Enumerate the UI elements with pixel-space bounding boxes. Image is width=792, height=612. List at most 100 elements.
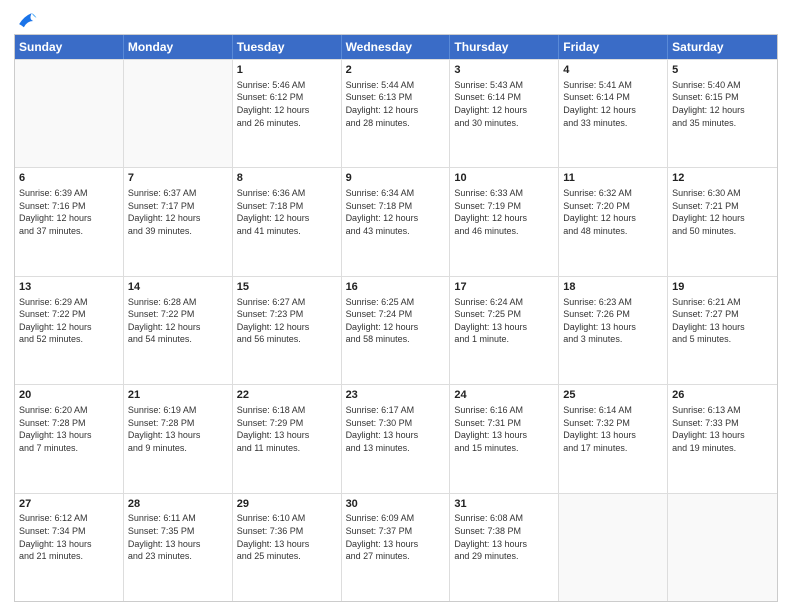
day-info: Sunrise: 6:14 AM Sunset: 7:32 PM Dayligh… bbox=[563, 404, 663, 454]
day-number: 13 bbox=[19, 280, 119, 295]
calendar: SundayMondayTuesdayWednesdayThursdayFrid… bbox=[14, 34, 778, 602]
cal-cell: 7Sunrise: 6:37 AM Sunset: 7:17 PM Daylig… bbox=[124, 168, 233, 275]
calendar-row-1: 6Sunrise: 6:39 AM Sunset: 7:16 PM Daylig… bbox=[15, 167, 777, 275]
cal-cell: 9Sunrise: 6:34 AM Sunset: 7:18 PM Daylig… bbox=[342, 168, 451, 275]
header bbox=[14, 10, 778, 28]
day-info: Sunrise: 6:33 AM Sunset: 7:19 PM Dayligh… bbox=[454, 187, 554, 237]
day-number: 4 bbox=[563, 63, 663, 78]
day-info: Sunrise: 6:28 AM Sunset: 7:22 PM Dayligh… bbox=[128, 296, 228, 346]
logo bbox=[14, 10, 38, 28]
day-info: Sunrise: 6:16 AM Sunset: 7:31 PM Dayligh… bbox=[454, 404, 554, 454]
day-number: 10 bbox=[454, 171, 554, 186]
cal-cell: 2Sunrise: 5:44 AM Sunset: 6:13 PM Daylig… bbox=[342, 60, 451, 167]
cal-cell: 12Sunrise: 6:30 AM Sunset: 7:21 PM Dayli… bbox=[668, 168, 777, 275]
day-number: 30 bbox=[346, 497, 446, 512]
cal-cell: 25Sunrise: 6:14 AM Sunset: 7:32 PM Dayli… bbox=[559, 385, 668, 492]
cal-cell: 8Sunrise: 6:36 AM Sunset: 7:18 PM Daylig… bbox=[233, 168, 342, 275]
cal-cell: 1Sunrise: 5:46 AM Sunset: 6:12 PM Daylig… bbox=[233, 60, 342, 167]
cal-cell: 5Sunrise: 5:40 AM Sunset: 6:15 PM Daylig… bbox=[668, 60, 777, 167]
day-info: Sunrise: 6:27 AM Sunset: 7:23 PM Dayligh… bbox=[237, 296, 337, 346]
cal-cell: 10Sunrise: 6:33 AM Sunset: 7:19 PM Dayli… bbox=[450, 168, 559, 275]
day-number: 11 bbox=[563, 171, 663, 186]
day-number: 14 bbox=[128, 280, 228, 295]
cal-cell: 29Sunrise: 6:10 AM Sunset: 7:36 PM Dayli… bbox=[233, 494, 342, 601]
day-info: Sunrise: 5:40 AM Sunset: 6:15 PM Dayligh… bbox=[672, 79, 773, 129]
day-number: 23 bbox=[346, 388, 446, 403]
cal-cell: 3Sunrise: 5:43 AM Sunset: 6:14 PM Daylig… bbox=[450, 60, 559, 167]
day-info: Sunrise: 6:18 AM Sunset: 7:29 PM Dayligh… bbox=[237, 404, 337, 454]
day-number: 17 bbox=[454, 280, 554, 295]
cal-cell: 31Sunrise: 6:08 AM Sunset: 7:38 PM Dayli… bbox=[450, 494, 559, 601]
cal-cell: 16Sunrise: 6:25 AM Sunset: 7:24 PM Dayli… bbox=[342, 277, 451, 384]
cal-cell: 13Sunrise: 6:29 AM Sunset: 7:22 PM Dayli… bbox=[15, 277, 124, 384]
calendar-header-row: SundayMondayTuesdayWednesdayThursdayFrid… bbox=[15, 35, 777, 59]
cal-cell: 24Sunrise: 6:16 AM Sunset: 7:31 PM Dayli… bbox=[450, 385, 559, 492]
day-info: Sunrise: 6:32 AM Sunset: 7:20 PM Dayligh… bbox=[563, 187, 663, 237]
day-number: 3 bbox=[454, 63, 554, 78]
header-cell-tuesday: Tuesday bbox=[233, 35, 342, 59]
day-info: Sunrise: 6:29 AM Sunset: 7:22 PM Dayligh… bbox=[19, 296, 119, 346]
day-number: 28 bbox=[128, 497, 228, 512]
logo-bird-icon bbox=[16, 10, 38, 32]
cal-cell bbox=[559, 494, 668, 601]
calendar-row-4: 27Sunrise: 6:12 AM Sunset: 7:34 PM Dayli… bbox=[15, 493, 777, 601]
day-info: Sunrise: 6:20 AM Sunset: 7:28 PM Dayligh… bbox=[19, 404, 119, 454]
cal-cell: 20Sunrise: 6:20 AM Sunset: 7:28 PM Dayli… bbox=[15, 385, 124, 492]
cal-cell: 15Sunrise: 6:27 AM Sunset: 7:23 PM Dayli… bbox=[233, 277, 342, 384]
day-info: Sunrise: 6:21 AM Sunset: 7:27 PM Dayligh… bbox=[672, 296, 773, 346]
header-cell-friday: Friday bbox=[559, 35, 668, 59]
day-number: 25 bbox=[563, 388, 663, 403]
day-number: 26 bbox=[672, 388, 773, 403]
day-number: 2 bbox=[346, 63, 446, 78]
day-info: Sunrise: 6:09 AM Sunset: 7:37 PM Dayligh… bbox=[346, 512, 446, 562]
day-number: 31 bbox=[454, 497, 554, 512]
day-info: Sunrise: 6:34 AM Sunset: 7:18 PM Dayligh… bbox=[346, 187, 446, 237]
cal-cell: 4Sunrise: 5:41 AM Sunset: 6:14 PM Daylig… bbox=[559, 60, 668, 167]
cal-cell: 27Sunrise: 6:12 AM Sunset: 7:34 PM Dayli… bbox=[15, 494, 124, 601]
day-info: Sunrise: 5:41 AM Sunset: 6:14 PM Dayligh… bbox=[563, 79, 663, 129]
day-info: Sunrise: 6:39 AM Sunset: 7:16 PM Dayligh… bbox=[19, 187, 119, 237]
cal-cell: 30Sunrise: 6:09 AM Sunset: 7:37 PM Dayli… bbox=[342, 494, 451, 601]
day-number: 15 bbox=[237, 280, 337, 295]
cal-cell: 14Sunrise: 6:28 AM Sunset: 7:22 PM Dayli… bbox=[124, 277, 233, 384]
day-info: Sunrise: 6:25 AM Sunset: 7:24 PM Dayligh… bbox=[346, 296, 446, 346]
day-info: Sunrise: 6:13 AM Sunset: 7:33 PM Dayligh… bbox=[672, 404, 773, 454]
cal-cell: 26Sunrise: 6:13 AM Sunset: 7:33 PM Dayli… bbox=[668, 385, 777, 492]
day-number: 27 bbox=[19, 497, 119, 512]
day-number: 16 bbox=[346, 280, 446, 295]
day-info: Sunrise: 6:23 AM Sunset: 7:26 PM Dayligh… bbox=[563, 296, 663, 346]
calendar-row-0: 1Sunrise: 5:46 AM Sunset: 6:12 PM Daylig… bbox=[15, 59, 777, 167]
day-number: 21 bbox=[128, 388, 228, 403]
day-info: Sunrise: 6:12 AM Sunset: 7:34 PM Dayligh… bbox=[19, 512, 119, 562]
day-info: Sunrise: 6:17 AM Sunset: 7:30 PM Dayligh… bbox=[346, 404, 446, 454]
day-info: Sunrise: 5:46 AM Sunset: 6:12 PM Dayligh… bbox=[237, 79, 337, 129]
day-number: 18 bbox=[563, 280, 663, 295]
header-cell-thursday: Thursday bbox=[450, 35, 559, 59]
calendar-row-2: 13Sunrise: 6:29 AM Sunset: 7:22 PM Dayli… bbox=[15, 276, 777, 384]
calendar-body: 1Sunrise: 5:46 AM Sunset: 6:12 PM Daylig… bbox=[15, 59, 777, 601]
cal-cell: 11Sunrise: 6:32 AM Sunset: 7:20 PM Dayli… bbox=[559, 168, 668, 275]
day-info: Sunrise: 6:24 AM Sunset: 7:25 PM Dayligh… bbox=[454, 296, 554, 346]
header-cell-wednesday: Wednesday bbox=[342, 35, 451, 59]
day-info: Sunrise: 6:19 AM Sunset: 7:28 PM Dayligh… bbox=[128, 404, 228, 454]
page: SundayMondayTuesdayWednesdayThursdayFrid… bbox=[0, 0, 792, 612]
day-info: Sunrise: 6:36 AM Sunset: 7:18 PM Dayligh… bbox=[237, 187, 337, 237]
cal-cell bbox=[668, 494, 777, 601]
day-number: 6 bbox=[19, 171, 119, 186]
cal-cell: 28Sunrise: 6:11 AM Sunset: 7:35 PM Dayli… bbox=[124, 494, 233, 601]
cal-cell bbox=[15, 60, 124, 167]
cal-cell: 22Sunrise: 6:18 AM Sunset: 7:29 PM Dayli… bbox=[233, 385, 342, 492]
cal-cell: 17Sunrise: 6:24 AM Sunset: 7:25 PM Dayli… bbox=[450, 277, 559, 384]
header-cell-sunday: Sunday bbox=[15, 35, 124, 59]
cal-cell: 18Sunrise: 6:23 AM Sunset: 7:26 PM Dayli… bbox=[559, 277, 668, 384]
day-number: 24 bbox=[454, 388, 554, 403]
cal-cell bbox=[124, 60, 233, 167]
day-number: 20 bbox=[19, 388, 119, 403]
header-cell-saturday: Saturday bbox=[668, 35, 777, 59]
day-number: 12 bbox=[672, 171, 773, 186]
day-info: Sunrise: 6:08 AM Sunset: 7:38 PM Dayligh… bbox=[454, 512, 554, 562]
day-number: 7 bbox=[128, 171, 228, 186]
day-info: Sunrise: 5:44 AM Sunset: 6:13 PM Dayligh… bbox=[346, 79, 446, 129]
cal-cell: 23Sunrise: 6:17 AM Sunset: 7:30 PM Dayli… bbox=[342, 385, 451, 492]
day-info: Sunrise: 5:43 AM Sunset: 6:14 PM Dayligh… bbox=[454, 79, 554, 129]
